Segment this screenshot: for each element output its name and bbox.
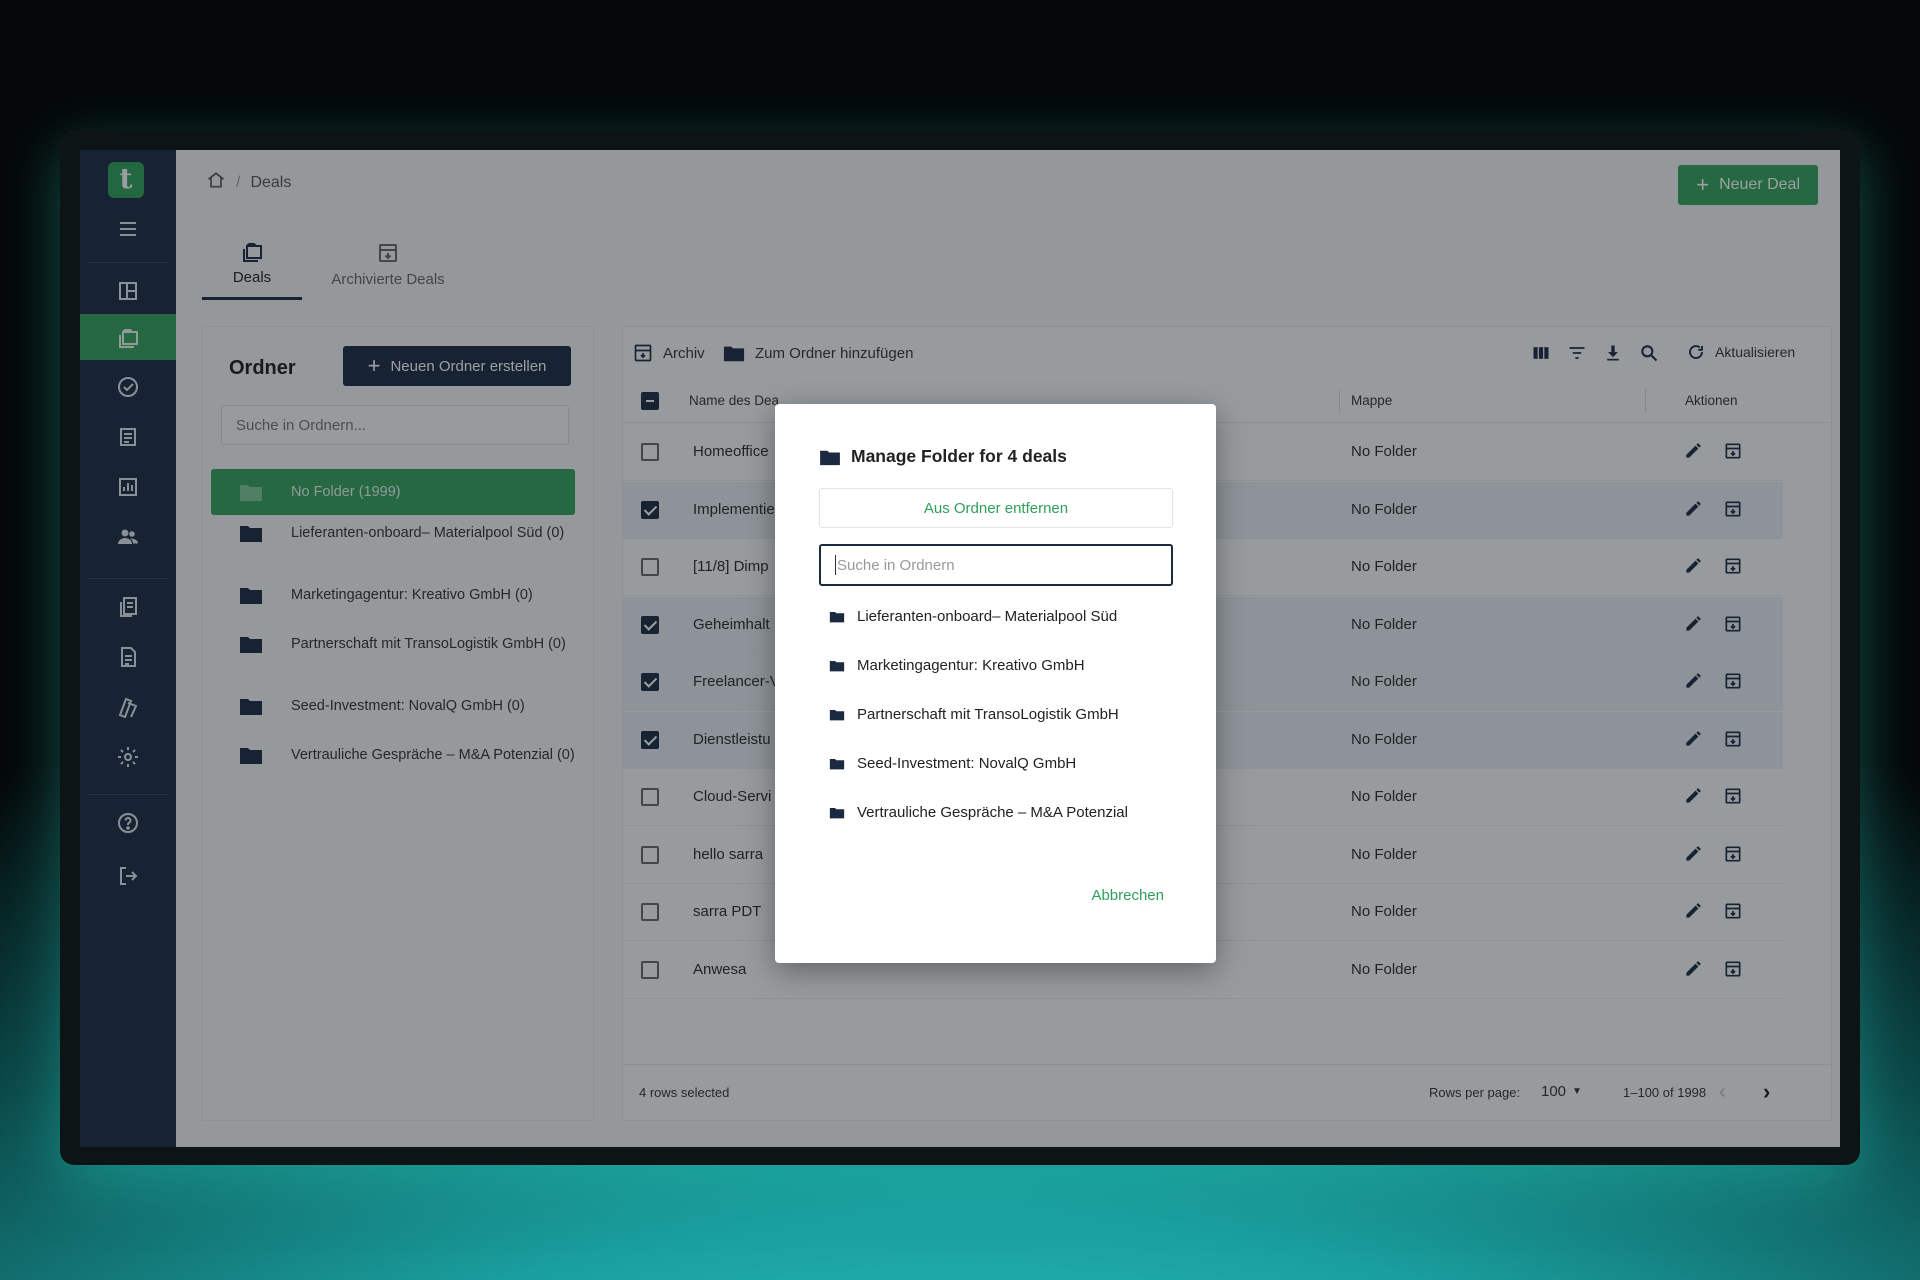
folder-icon <box>829 611 845 623</box>
remove-from-folder-button[interactable]: Aus Ordner entfernen <box>819 488 1173 528</box>
folder-option-label: Partnerschaft mit TransoLogistik GmbH <box>857 706 1119 723</box>
manage-folder-dialog: Manage Folder for 4 deals Aus Ordner ent… <box>775 404 1216 963</box>
dialog-title: Manage Folder for 4 deals <box>819 446 1067 467</box>
folder-option-label: Marketingagentur: Kreativo GmbH <box>857 657 1085 674</box>
folder-search-field[interactable]: Suche in Ordnern <box>819 544 1173 586</box>
text-cursor <box>835 555 836 575</box>
folder-option[interactable]: Partnerschaft mit TransoLogistik GmbH <box>829 706 1119 723</box>
folder-search-placeholder: Suche in Ordnern <box>837 556 955 574</box>
folder-option-label: Vertrauliche Gespräche – M&A Potenzial <box>857 804 1128 821</box>
folder-icon <box>829 660 845 672</box>
cancel-button[interactable]: Abbrechen <box>1091 887 1164 904</box>
dialog-title-text: Manage Folder for 4 deals <box>851 446 1067 466</box>
folder-option[interactable]: Seed-Investment: NovalQ GmbH <box>829 755 1076 772</box>
folder-option[interactable]: Marketingagentur: Kreativo GmbH <box>829 657 1085 674</box>
folder-option[interactable]: Lieferanten-onboard– Materialpool Süd <box>829 608 1117 625</box>
folder-option[interactable]: Vertrauliche Gespräche – M&A Potenzial <box>829 804 1128 821</box>
folder-icon <box>829 758 845 770</box>
folder-icon <box>820 450 840 465</box>
folder-option-label: Lieferanten-onboard– Materialpool Süd <box>857 608 1118 625</box>
folder-icon <box>829 709 845 721</box>
folder-icon <box>829 807 845 819</box>
folder-option-label: Seed-Investment: NovalQ GmbH <box>857 755 1077 772</box>
